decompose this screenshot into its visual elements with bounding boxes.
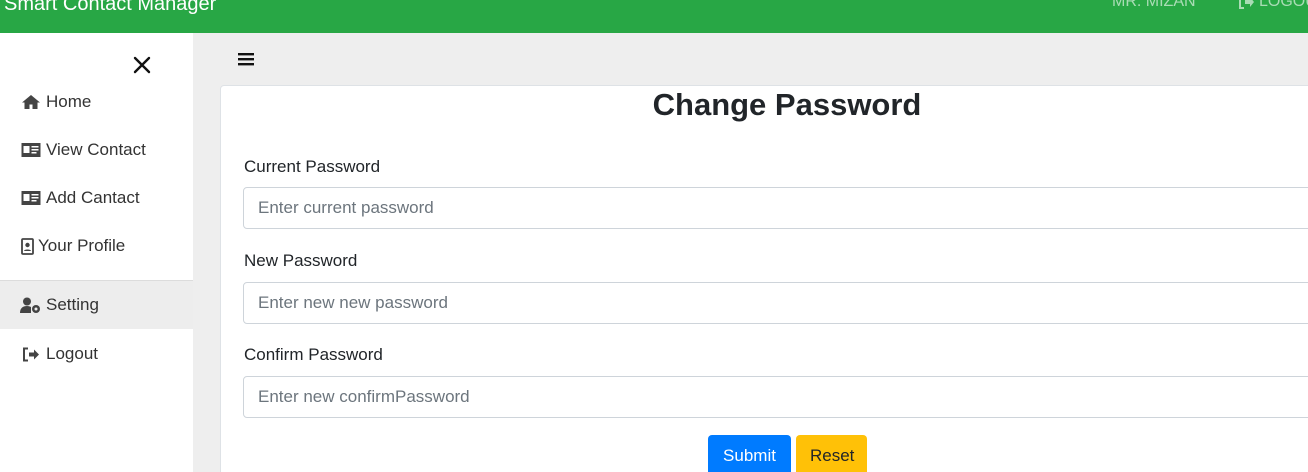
- sidebar-item-label: Setting: [46, 295, 99, 314]
- home-icon: [20, 93, 42, 111]
- current-password-label: Current Password: [244, 157, 381, 176]
- user-cog-icon: [20, 296, 42, 314]
- sign-out-icon: [1239, 0, 1254, 9]
- brand-title[interactable]: Smart Contact Manager: [4, 0, 216, 16]
- top-navbar: Smart Contact Manager MR. MIZAN LOGOUT: [0, 0, 1308, 33]
- close-sidebar-button[interactable]: [131, 54, 153, 76]
- confirm-password-input[interactable]: [243, 376, 1308, 418]
- sidebar-item-home[interactable]: Home: [0, 78, 193, 126]
- new-password-label: New Password: [244, 251, 358, 270]
- sidebar-item-label: Home: [46, 92, 92, 111]
- current-password-input[interactable]: [243, 187, 1308, 229]
- nav-logout-label: LOGOUT: [1259, 0, 1308, 10]
- sidebar-item-label: Your Profile: [38, 236, 126, 255]
- sidebar-item-logout[interactable]: Logout: [0, 330, 193, 378]
- id-card-icon: [20, 189, 42, 207]
- reset-button[interactable]: Reset: [796, 435, 867, 472]
- close-icon: [133, 56, 151, 74]
- sidebar-item-label: View Contact: [46, 140, 146, 159]
- sidebar-item-add-contact[interactable]: Add Cantact: [0, 174, 193, 222]
- sign-out-icon: [20, 345, 42, 363]
- confirm-password-label: Confirm Password: [244, 345, 383, 364]
- submit-button[interactable]: Submit: [708, 435, 791, 472]
- hamburger-icon: [238, 53, 254, 66]
- page-title: Change Password: [652, 87, 922, 122]
- sidebar-item-label: Logout: [46, 344, 98, 363]
- sidebar-item-label: Add Cantact: [46, 188, 140, 207]
- new-password-input[interactable]: [243, 282, 1308, 324]
- sidebar-item-setting[interactable]: Setting: [0, 281, 193, 329]
- nav-logout-link[interactable]: LOGOUT: [1238, 0, 1308, 11]
- id-card-icon: [20, 141, 42, 159]
- sidebar-item-view-contact[interactable]: View Contact: [0, 126, 193, 174]
- sidebar: Home View Contact Add Cantact Your Profi…: [0, 33, 193, 472]
- menu-toggle-button[interactable]: [237, 51, 255, 67]
- id-badge-icon: [20, 237, 34, 255]
- sidebar-item-profile[interactable]: Your Profile: [0, 222, 193, 270]
- nav-user-name[interactable]: MR. MIZAN: [1112, 0, 1196, 11]
